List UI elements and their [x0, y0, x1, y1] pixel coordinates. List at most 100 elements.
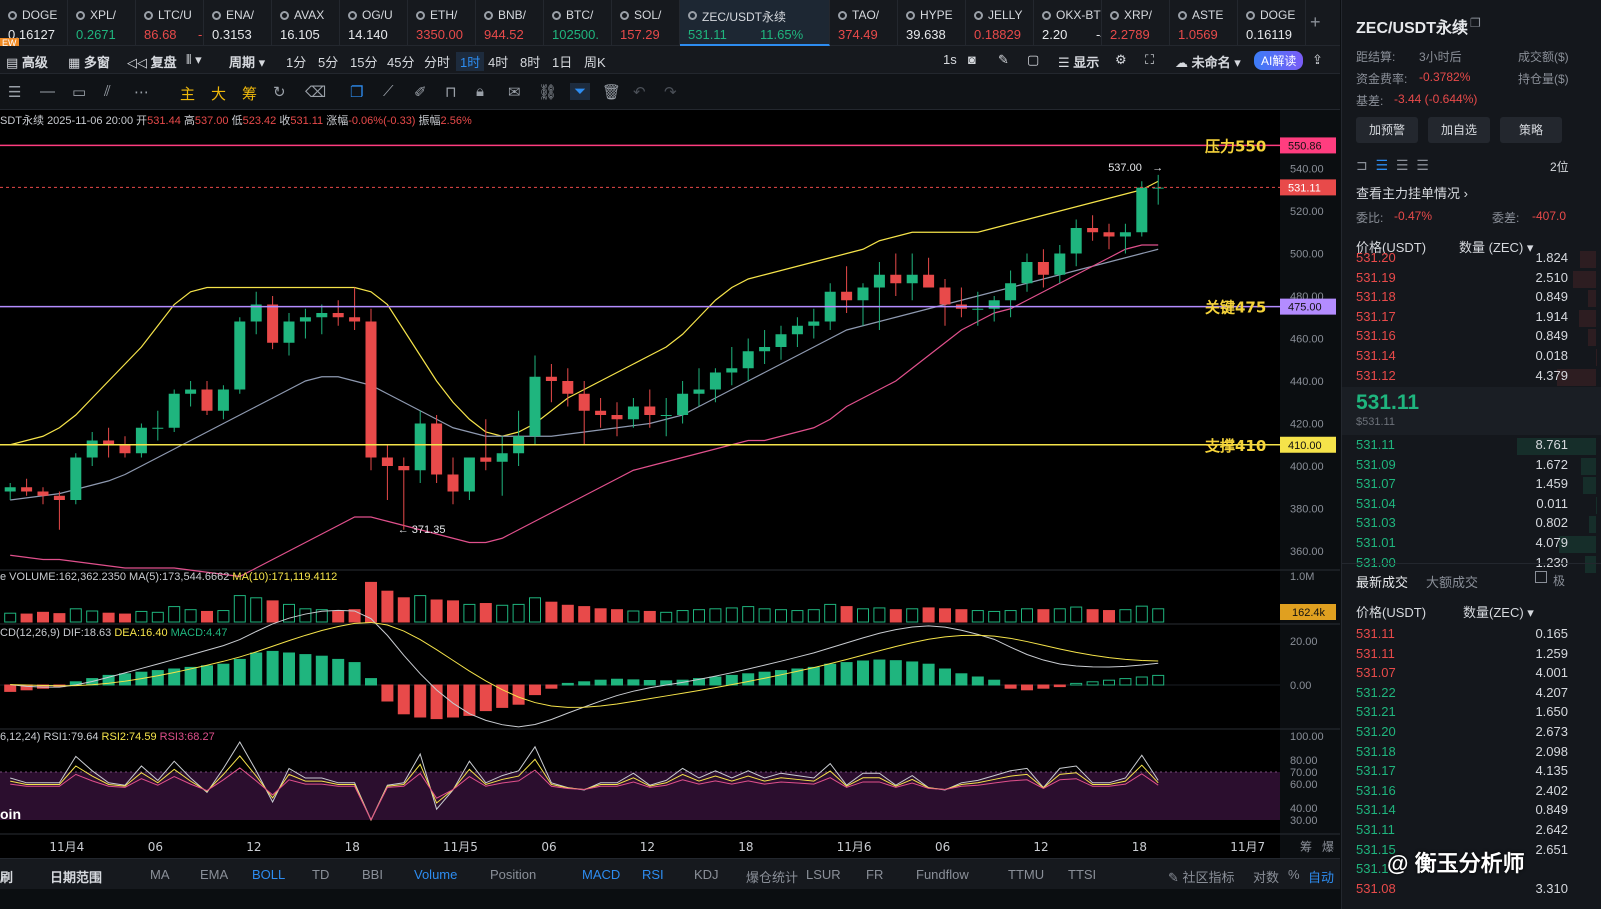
chip-toggle[interactable]: 筹 — [242, 83, 257, 104]
indicator-toggle[interactable]: BOLL — [252, 867, 285, 882]
ticker-tab[interactable]: LTC/U 86.68 - — [136, 0, 204, 46]
lock-icon[interactable]: 🔒︎ — [476, 83, 484, 100]
rotate-icon[interactable]: ↻ — [273, 83, 286, 101]
interval-option[interactable]: 8时 — [520, 52, 540, 71]
indicator-toggle[interactable]: 爆仓统计 — [746, 867, 798, 886]
replay-button[interactable]: ◁◁ 复盘 — [127, 52, 177, 71]
indicator-toggle[interactable]: Fundflow — [916, 867, 969, 882]
ticker-tab[interactable]: ASTE 1.0569 — [1170, 0, 1238, 46]
ticker-tab[interactable]: BTC/ 102500. — [544, 0, 612, 46]
indicator-toggle[interactable]: Volume — [414, 867, 457, 882]
ticker-tab[interactable]: SOL/ 157.29 — [612, 0, 680, 46]
ticker-tab[interactable]: ENA/ 0.3153 — [204, 0, 272, 46]
ticker-tab[interactable]: ZEC/USDT永续 531.11 11.65% — [680, 0, 830, 46]
orderbook-row[interactable]: 531.07 4.001 — [1356, 665, 1596, 684]
orderbook-row[interactable]: 531.20 1.824 — [1356, 250, 1596, 269]
indicator-toggle[interactable]: MA — [150, 867, 170, 882]
ticker-tab[interactable]: JELLY 0.18829 — [966, 0, 1034, 46]
interval-option[interactable]: 1分 — [286, 52, 306, 71]
orderbook-row[interactable]: 531.08 3.310 — [1356, 881, 1596, 900]
ai-interpret-button[interactable]: AI解读 — [1254, 51, 1304, 70]
interval-option[interactable]: 4时 — [488, 52, 508, 71]
orderbook-row[interactable]: 531.16 2.402 — [1356, 783, 1596, 802]
ticker-tab[interactable]: DOGE 0.16119 — [1238, 0, 1306, 46]
draw-icon[interactable]: ✎ — [998, 52, 1009, 68]
auto-scale-toggle[interactable]: 自动 — [1308, 867, 1334, 886]
orderbook-row[interactable]: 531.17 1.914 — [1356, 309, 1596, 328]
orderbook-row[interactable]: 531.11 0.165 — [1356, 626, 1596, 645]
note-icon[interactable]: ✉ — [508, 83, 521, 101]
fib-tool-icon[interactable]: ⫽ — [104, 83, 111, 100]
line-tool-icon[interactable]: — — [40, 83, 55, 100]
menu-icon[interactable]: ☰ — [8, 83, 21, 101]
ticker-tab[interactable]: XPL/ 0.2671 — [68, 0, 136, 46]
filter-icon[interactable]: ⏷ — [570, 83, 591, 100]
decimals-dropdown[interactable]: 2位 — [1550, 158, 1569, 175]
rect-tool-icon[interactable]: ▭ — [72, 83, 86, 101]
redo-icon[interactable]: ↷ — [664, 83, 677, 101]
indicator-toggle[interactable]: FR — [866, 867, 883, 882]
orderbook-row[interactable]: 531.19 2.510 — [1356, 270, 1596, 289]
log-scale-toggle[interactable]: 对数 — [1253, 867, 1279, 886]
add-alert-button[interactable]: 加预警 — [1356, 117, 1418, 143]
interval-option[interactable]: 1日 — [552, 52, 572, 71]
link-icon[interactable]: ⛓ — [538, 83, 557, 101]
orderbook-row[interactable]: 531.18 0.849 — [1356, 289, 1596, 308]
orderbook-row[interactable]: 531.22 4.207 — [1356, 685, 1596, 704]
advanced-button[interactable]: ▤ 高级 — [6, 52, 48, 71]
interval-option[interactable]: 5分 — [318, 52, 338, 71]
ticker-tab[interactable]: HYPE 39.638 — [898, 0, 966, 46]
template-dropdown[interactable]: ☁ 未命名 ▾ — [1175, 52, 1241, 71]
refresh-label[interactable]: 刷 — [0, 867, 13, 886]
indicator-toggle[interactable]: TD — [312, 867, 329, 882]
trash-icon[interactable]: 🗑︎ — [602, 83, 621, 101]
ruler-icon[interactable]: ⟋ — [383, 83, 394, 100]
indicator-toggle[interactable]: MACD — [582, 867, 620, 882]
ticker-tab[interactable]: TAO/ 374.49 — [830, 0, 898, 46]
period-dropdown[interactable]: 周期 ▾ — [229, 52, 265, 71]
indicator-toggle[interactable]: TTMU — [1008, 867, 1044, 882]
orderbook-row[interactable]: 531.21 1.650 — [1356, 704, 1596, 723]
extreme-checkbox[interactable] — [1535, 571, 1547, 583]
orderbook-row[interactable]: 531.11 2.642 — [1356, 822, 1596, 841]
interval-option[interactable]: 分时 — [424, 52, 450, 71]
orderbook-row[interactable]: 531.20 2.673 — [1356, 724, 1596, 743]
indicator-toggle[interactable]: Position — [490, 867, 536, 882]
more-tools-icon[interactable]: ⋯ — [134, 83, 149, 101]
orderbook-row[interactable]: 531.18 2.098 — [1356, 744, 1596, 763]
undo-icon[interactable]: ↶ — [633, 83, 646, 101]
candlestick-chart[interactable]: 540.00520.00500.00480.00460.00440.00420.… — [0, 110, 1340, 858]
ticker-tab[interactable]: BNB/ 944.52 — [476, 0, 544, 46]
camera-icon[interactable]: ◙ — [968, 52, 976, 67]
orderbook-row[interactable]: 531.14 0.018 — [1356, 348, 1596, 367]
brush-icon[interactable]: ✐ — [414, 83, 427, 101]
interval-option[interactable]: 15分 — [350, 52, 377, 71]
indicator-toggle[interactable]: LSUR — [806, 867, 841, 882]
indicator-toggle[interactable]: TTSI — [1068, 867, 1096, 882]
main-indicator-toggle[interactable]: 主 — [180, 83, 195, 104]
ticker-tab[interactable]: XRP/ 2.2789 — [1102, 0, 1170, 46]
main-orders-link[interactable]: 查看主力挂单情况 › — [1356, 183, 1468, 202]
community-indicators-button[interactable]: ✎ 社区指标 — [1168, 867, 1235, 886]
ticker-tab[interactable]: ETH/ 3350.00 — [408, 0, 476, 46]
add-watchlist-button[interactable]: 加自选 — [1428, 117, 1490, 143]
orderbook-row[interactable]: 531.16 0.849 — [1356, 328, 1596, 347]
percent-toggle[interactable]: % — [1288, 867, 1300, 882]
indicator-toggle[interactable]: RSI — [642, 867, 664, 882]
orderbook-row[interactable]: 531.03 0.802 — [1356, 515, 1596, 534]
interval-option[interactable]: 45分 — [387, 52, 414, 71]
orderbook-view-icon[interactable]: ⊐ ☰ ☰ ☰ — [1356, 157, 1429, 174]
tab-large-trades[interactable]: 大额成交 — [1426, 572, 1478, 591]
settings-icon[interactable]: ⚙ — [1115, 52, 1127, 68]
copy-icon[interactable]: ❐ — [1470, 16, 1481, 30]
interval-option[interactable]: 1时 — [456, 52, 485, 71]
indicator-toggle[interactable]: KDJ — [694, 867, 719, 882]
strategy-button[interactable]: 策略 — [1500, 117, 1562, 143]
candle-type-icon[interactable]: ⫴ ▾ — [186, 52, 202, 68]
orderbook-row[interactable]: 531.04 0.011 — [1356, 496, 1596, 515]
ticker-tab[interactable]: AVAX 16.105 — [272, 0, 340, 46]
orderbook-row[interactable]: 531.11 8.761 — [1356, 437, 1596, 456]
layout-icon[interactable]: ▢ — [1027, 52, 1039, 68]
trades-qty-header[interactable]: 数量(ZEC) ▾ — [1463, 602, 1534, 621]
realtime-button[interactable]: 1s — [943, 52, 957, 67]
